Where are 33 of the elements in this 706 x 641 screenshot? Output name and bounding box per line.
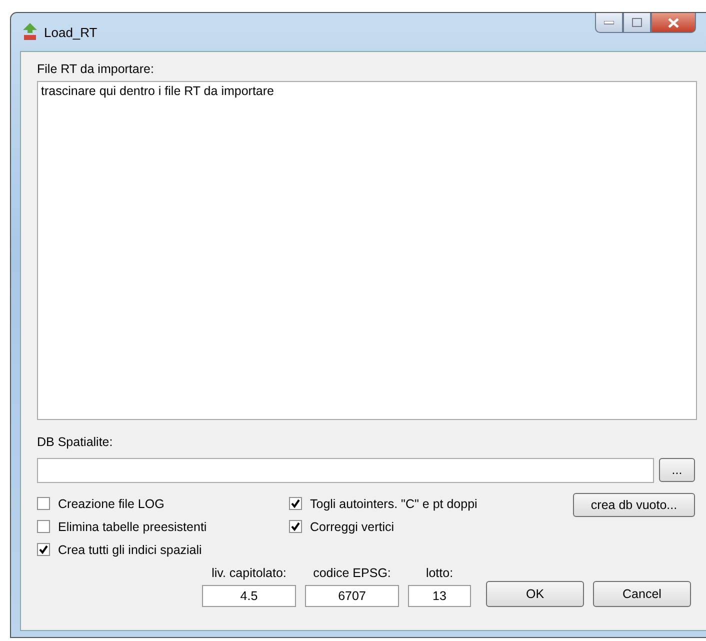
browse-button[interactable]: ...	[659, 458, 695, 482]
option-label: Elimina tabelle preesistenti	[58, 520, 207, 534]
checkbox[interactable]	[289, 520, 302, 533]
maximize-button[interactable]	[623, 13, 651, 33]
option-label: Creazione file LOG	[58, 496, 164, 510]
db-path-field[interactable]	[37, 458, 654, 483]
close-button[interactable]	[651, 13, 696, 33]
field-label: liv. capitolato:	[212, 566, 286, 580]
close-icon	[668, 18, 679, 28]
file-drop-list[interactable]: trascinare qui dentro i file RT da importare	[37, 81, 697, 420]
minimize-icon	[604, 20, 614, 24]
minimize-button[interactable]	[595, 13, 623, 33]
checkbox[interactable]	[37, 520, 50, 533]
dialog-button[interactable]: OK	[486, 581, 584, 607]
files-label: File RT da importare:	[37, 62, 155, 78]
create-db-button[interactable]: crea db vuoto...	[573, 493, 695, 517]
option-label: Correggi vertici	[310, 520, 394, 534]
app-icon	[22, 23, 38, 41]
db-label: DB Spatialite:	[37, 435, 114, 451]
maximize-icon	[632, 18, 642, 27]
checkbox[interactable]	[37, 543, 50, 556]
drop-hint: trascinare qui dentro i file RT da importare	[41, 84, 274, 98]
window-title: Load_RT	[44, 24, 98, 40]
number-field[interactable]: 4.5	[202, 585, 296, 607]
number-field[interactable]: 6707	[305, 585, 399, 607]
field-label: codice EPSG:	[313, 566, 391, 580]
checkbox[interactable]	[37, 497, 50, 510]
dialog-button[interactable]: Cancel	[593, 581, 691, 607]
number-field[interactable]: 13	[408, 585, 471, 607]
field-label: lotto:	[426, 566, 454, 580]
option-label: Crea tutti gli indici spaziali	[58, 542, 202, 556]
option-label: Togli autointers. "C" e pt doppi	[310, 496, 478, 510]
checkbox[interactable]	[289, 497, 302, 510]
